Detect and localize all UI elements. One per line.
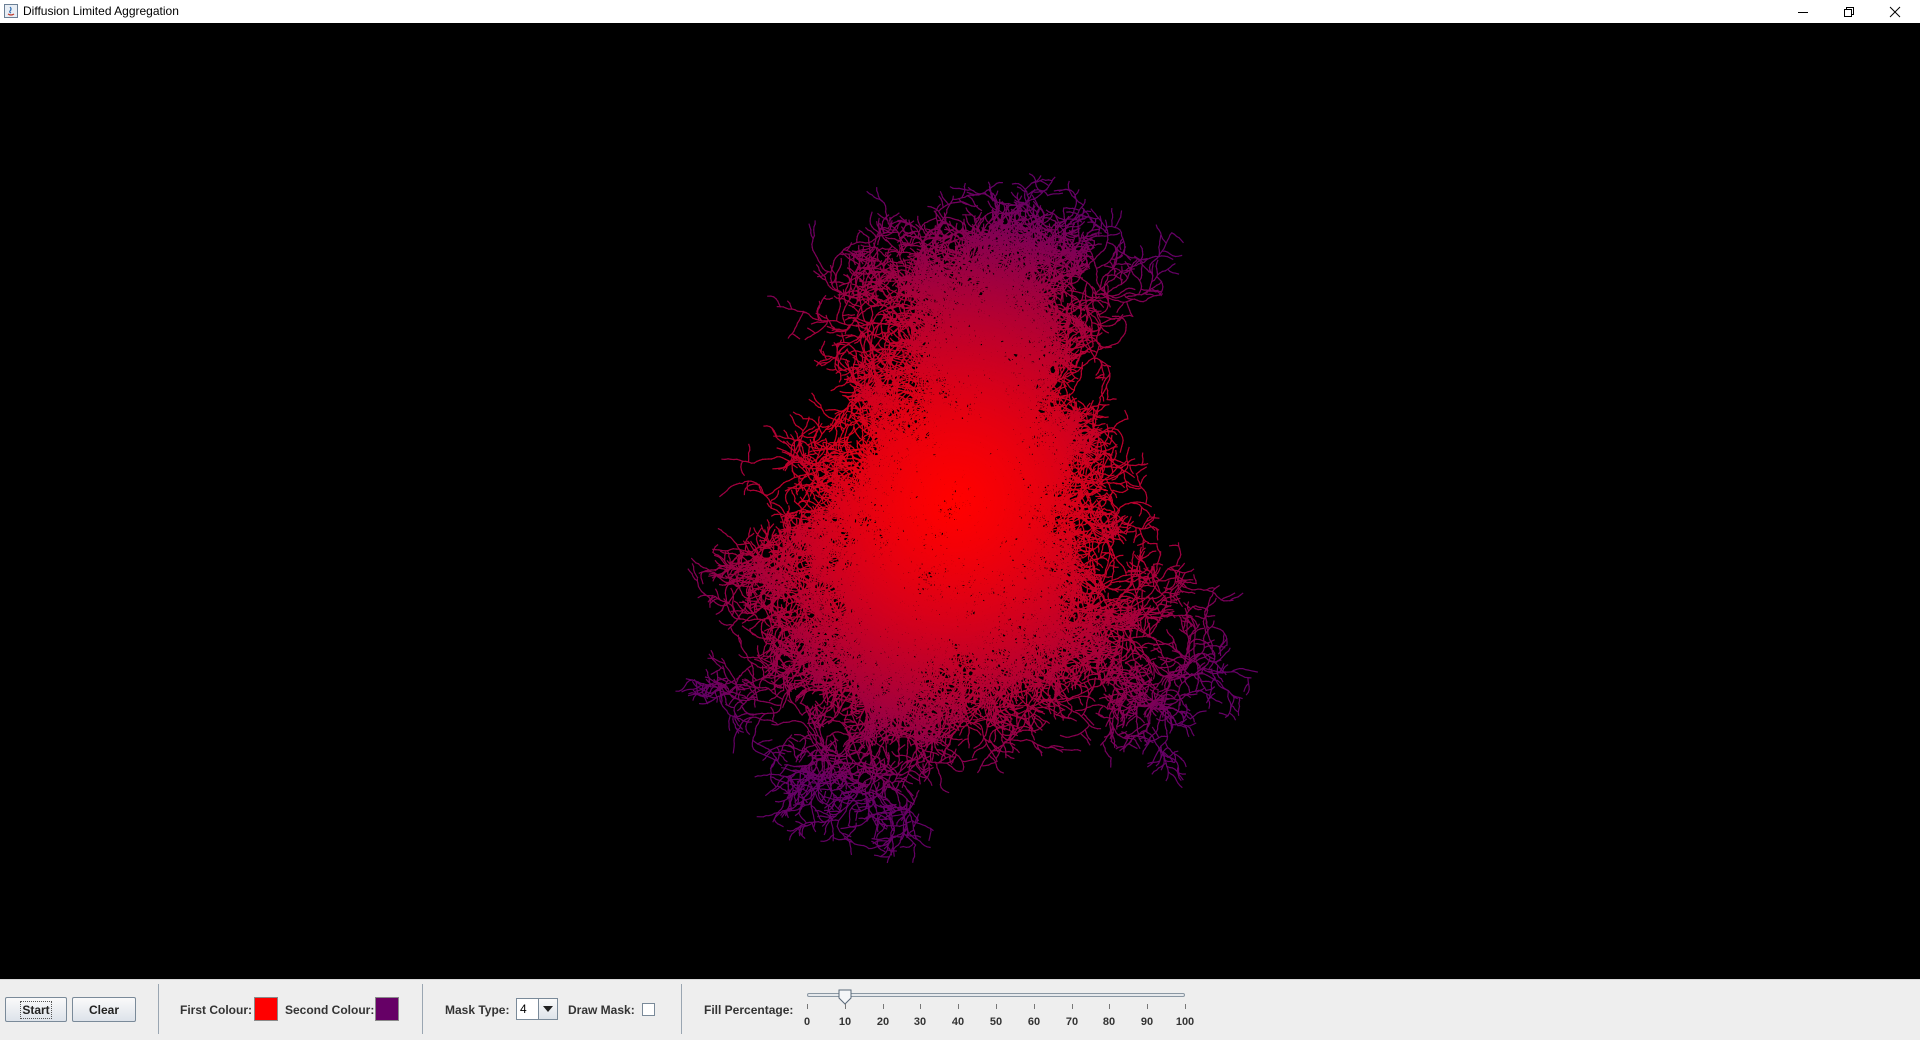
mask-type-value: 4 xyxy=(520,1002,527,1016)
slider-tick xyxy=(1147,1004,1148,1009)
slider-tick xyxy=(1072,1004,1073,1009)
slider-tick xyxy=(996,1004,997,1009)
dla-canvas[interactable] xyxy=(0,23,1920,979)
slider-tick-label: 20 xyxy=(876,1016,890,1028)
mask-type-select[interactable]: 4 xyxy=(516,998,558,1020)
fill-percentage-label: Fill Percentage: xyxy=(704,1003,794,1017)
separator xyxy=(422,984,423,1034)
separator xyxy=(158,984,159,1034)
fill-percentage-slider-track[interactable] xyxy=(807,993,1185,997)
slider-tick xyxy=(807,1004,808,1009)
restore-button[interactable] xyxy=(1826,0,1872,23)
close-icon xyxy=(1889,6,1901,17)
slider-tick-label: 50 xyxy=(989,1016,1003,1028)
slider-tick xyxy=(920,1004,921,1009)
close-button[interactable] xyxy=(1872,0,1918,23)
slider-tick-label: 30 xyxy=(913,1016,927,1028)
slider-tick-label: 80 xyxy=(1102,1016,1116,1028)
slider-tick xyxy=(1034,1004,1035,1009)
slider-tick-label: 100 xyxy=(1175,1016,1195,1028)
mask-type-label: Mask Type: xyxy=(445,1003,510,1017)
restore-icon xyxy=(1844,6,1854,17)
title-bar: Diffusion Limited Aggregation xyxy=(0,0,1920,23)
draw-mask-checkbox[interactable] xyxy=(642,1003,655,1016)
minimize-icon xyxy=(1798,11,1808,13)
window-title: Diffusion Limited Aggregation xyxy=(23,4,179,18)
draw-mask-label: Draw Mask: xyxy=(568,1003,635,1017)
second-colour-swatch[interactable] xyxy=(375,997,399,1021)
slider-tick-label: 60 xyxy=(1027,1016,1041,1028)
slider-tick-label: 0 xyxy=(803,1016,811,1028)
slider-tick xyxy=(1109,1004,1110,1009)
clear-button[interactable]: Clear xyxy=(72,997,136,1022)
clear-button-label: Clear xyxy=(88,1002,120,1017)
java-app-icon xyxy=(4,4,18,18)
slider-tick-label: 70 xyxy=(1065,1016,1079,1028)
slider-tick-label: 40 xyxy=(951,1016,965,1028)
slider-tick xyxy=(883,1004,884,1009)
slider-tick xyxy=(958,1004,959,1009)
first-colour-swatch[interactable] xyxy=(254,997,278,1021)
start-button-label: Start xyxy=(20,1000,52,1019)
slider-tick xyxy=(845,1004,846,1009)
minimize-button[interactable] xyxy=(1780,0,1826,23)
second-colour-label: Second Colour: xyxy=(285,1003,375,1017)
dla-fractal xyxy=(675,173,1259,864)
slider-tick-label: 90 xyxy=(1140,1016,1154,1028)
fill-percentage-slider-thumb[interactable] xyxy=(838,989,852,1005)
start-button[interactable]: Start xyxy=(5,997,67,1022)
slider-tick xyxy=(1185,1004,1186,1009)
slider-tick-label: 10 xyxy=(838,1016,852,1028)
chevron-down-icon[interactable] xyxy=(538,999,557,1019)
separator xyxy=(681,984,682,1034)
first-colour-label: First Colour: xyxy=(180,1003,252,1017)
